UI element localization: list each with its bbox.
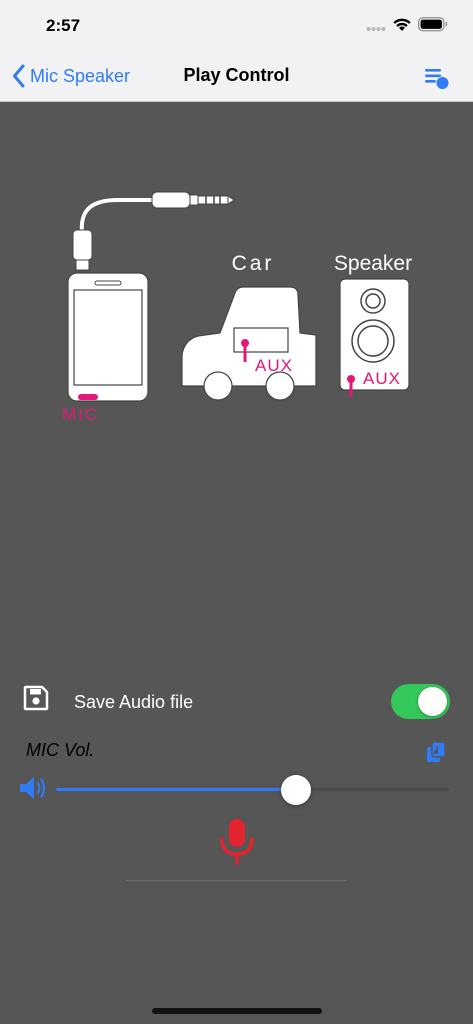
car-aux-label: AUX — [255, 356, 293, 375]
car-label: Car — [232, 252, 275, 275]
home-indicator — [152, 1008, 322, 1014]
battery-icon — [418, 17, 448, 32]
status-bar: 2:57 — [0, 0, 473, 52]
floppy-disk-icon — [23, 685, 49, 711]
wifi-icon — [393, 18, 411, 31]
mic-volume-label: MIC Vol. — [26, 740, 95, 760]
copy-icon[interactable] — [424, 740, 448, 764]
back-button-label: Mic Speaker — [30, 65, 131, 86]
toggle-knob — [418, 687, 447, 716]
car-illustration — [181, 286, 317, 401]
mic-volume-slider[interactable] — [56, 772, 449, 806]
save-audio-toggle[interactable] — [391, 684, 450, 719]
divider — [126, 880, 347, 881]
phone-illustration — [67, 272, 149, 402]
playlist-menu-icon[interactable] — [423, 65, 451, 91]
status-time: 2:57 — [46, 16, 81, 35]
cellular-signal-icon — [366, 27, 386, 31]
back-button[interactable]: Mic Speaker — [12, 62, 130, 90]
slider-thumb[interactable] — [280, 775, 311, 805]
chevron-left-icon — [13, 64, 25, 88]
speaker-label: Speaker — [334, 252, 412, 275]
slider-fill — [56, 788, 296, 791]
microphone-icon — [229, 819, 245, 847]
speaker-aux-label: AUX — [363, 369, 401, 388]
save-audio-row: Save Audio file — [0, 682, 473, 722]
mic-label: MIC — [62, 405, 99, 424]
aux-cable-illustration — [72, 191, 235, 271]
microphone-button[interactable] — [218, 817, 256, 867]
save-audio-label: Save Audio file — [74, 692, 194, 712]
navigation-bar: Mic Speaker Play Control — [0, 52, 473, 102]
connection-diagram: MIC Car AUX Speaker AUX — [62, 191, 412, 424]
volume-speaker-icon — [20, 777, 46, 799]
